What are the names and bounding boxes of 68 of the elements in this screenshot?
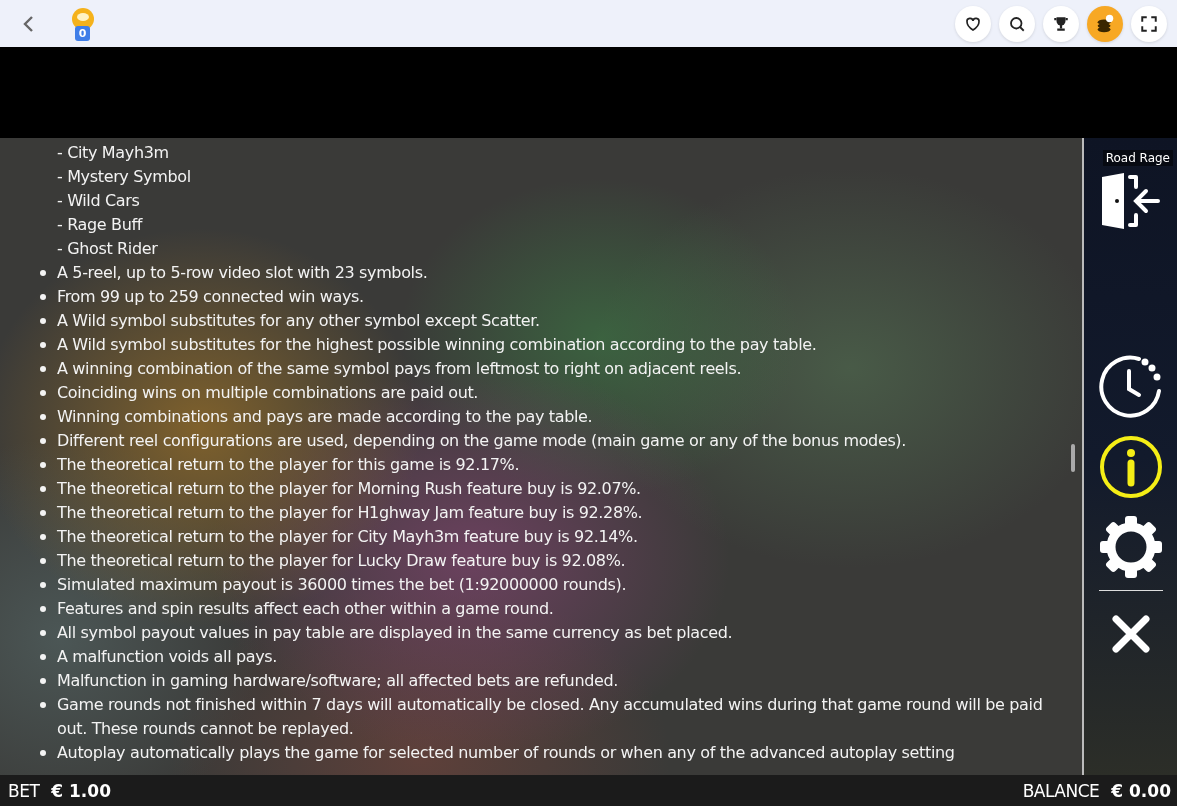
- rule-text: Game rounds not finished within 7 days will automatically be closed. Any accumulated wins during that game round will be paid out. These rounds cannot be replayed.: [57, 694, 1044, 740]
- bullet-icon: [40, 654, 46, 660]
- bullet-icon: [40, 630, 46, 636]
- chevron-left-icon: [22, 14, 34, 33]
- rule-text: A Wild symbol substitutes for the highest possible winning combination according to the pay table.: [57, 334, 817, 356]
- rule-text: Coinciding wins on multiple combinations are paid out.: [57, 382, 479, 404]
- info-button[interactable]: [1097, 434, 1164, 500]
- door-arrow-icon: [1099, 173, 1162, 229]
- clock-icon: [1098, 355, 1163, 419]
- info-icon: [1098, 435, 1163, 499]
- close-icon: [1110, 614, 1151, 654]
- rule-text: The theoretical return to the player for Lucky Draw feature buy is 92.08%.: [57, 550, 626, 572]
- balance-label: BALANCE: [1022, 780, 1100, 801]
- fullscreen-button[interactable]: [1131, 5, 1167, 42]
- rule-text: A 5-reel, up to 5-row video slot with 23 symbols.: [57, 262, 428, 284]
- bullet-icon: [40, 558, 46, 564]
- bullet-icon: [40, 750, 46, 756]
- bullet-icon: [40, 582, 46, 588]
- bullet-icon: [40, 438, 46, 444]
- rule-text: A malfunction voids all pays.: [57, 646, 278, 668]
- bullet-icon: [40, 606, 46, 612]
- rule-text: Autoplay automatically plays the game for selected number of rounds or when any of the advanced autoplay setting: [57, 742, 955, 764]
- rule-text: A Wild symbol substitutes for any other symbol except Scatter.: [57, 310, 540, 332]
- bullet-icon: [40, 366, 46, 372]
- scrollbar-thumb[interactable]: [1071, 444, 1075, 472]
- rule-text: All symbol payout values in pay table are displayed in the same currency as bet placed.: [57, 622, 733, 644]
- bullet-icon: [40, 390, 46, 396]
- rule-text: - Ghost Rider: [57, 238, 158, 260]
- trophy-button[interactable]: [1043, 5, 1079, 42]
- rule-text: The theoretical return to the player for Morning Rush feature buy is 92.07%.: [57, 478, 641, 500]
- rule-text: - Rage Buff: [57, 214, 143, 236]
- rule-text: Features and spin results affect each other within a game round.: [57, 598, 554, 620]
- settings-button[interactable]: [1097, 514, 1164, 580]
- bullet-icon: [40, 462, 46, 468]
- rule-text: The theoretical return to the player for this game is 92.17%.: [57, 454, 520, 476]
- rule-text: Different reel configurations are used, depending on the game mode (main game or any of the bonus modes).: [57, 430, 906, 452]
- game-title: Road Rage: [1102, 150, 1173, 166]
- bullet-icon: [40, 678, 46, 684]
- balance-value: € 0.00: [1111, 780, 1171, 801]
- rule-text: A winning combination of the same symbol pays from leftmost to right on adjacent reels.: [57, 358, 742, 380]
- rule-text: From 99 up to 259 connected win ways.: [57, 286, 364, 308]
- bullet-icon: [40, 294, 46, 300]
- bullet-icon: [40, 270, 46, 276]
- rule-text: Malfunction in gaming hardware/software; all affected bets are refunded.: [57, 670, 619, 692]
- search-icon: [1008, 14, 1026, 33]
- trophy-icon: [1052, 14, 1070, 33]
- rule-text: - Wild Cars: [57, 190, 140, 212]
- fullscreen-icon: [1140, 14, 1158, 33]
- bet-value: € 1.00: [51, 780, 111, 801]
- rule-text: Winning combinations and pays are made according to the pay table.: [57, 406, 593, 428]
- rule-text: Simulated maximum payout is 36000 times the bet (1:92000000 rounds).: [57, 574, 627, 596]
- settings-icon: [1098, 515, 1163, 579]
- bullet-icon: [40, 414, 46, 420]
- rule-text: The theoretical return to the player for City Mayh3m feature buy is 92.14%.: [57, 526, 638, 548]
- bullet-icon: [40, 342, 46, 348]
- search-button[interactable]: [999, 5, 1035, 42]
- history-button[interactable]: [1097, 354, 1164, 420]
- bullet-icon: [40, 486, 46, 492]
- rule-text: The theoretical return to the player for H1ghway Jam feature buy is 92.28%.: [57, 502, 643, 524]
- bullet-icon: [40, 534, 46, 540]
- bet-label: BET: [8, 780, 40, 801]
- rule-text: - City Mayh3m: [57, 142, 169, 164]
- favorite-button[interactable]: [955, 5, 991, 42]
- rule-text: - Mystery Symbol: [57, 166, 191, 188]
- coins-button[interactable]: [1087, 5, 1123, 42]
- bullet-icon: [40, 702, 46, 708]
- bullet-icon: [40, 510, 46, 516]
- bullet-icon: [40, 318, 46, 324]
